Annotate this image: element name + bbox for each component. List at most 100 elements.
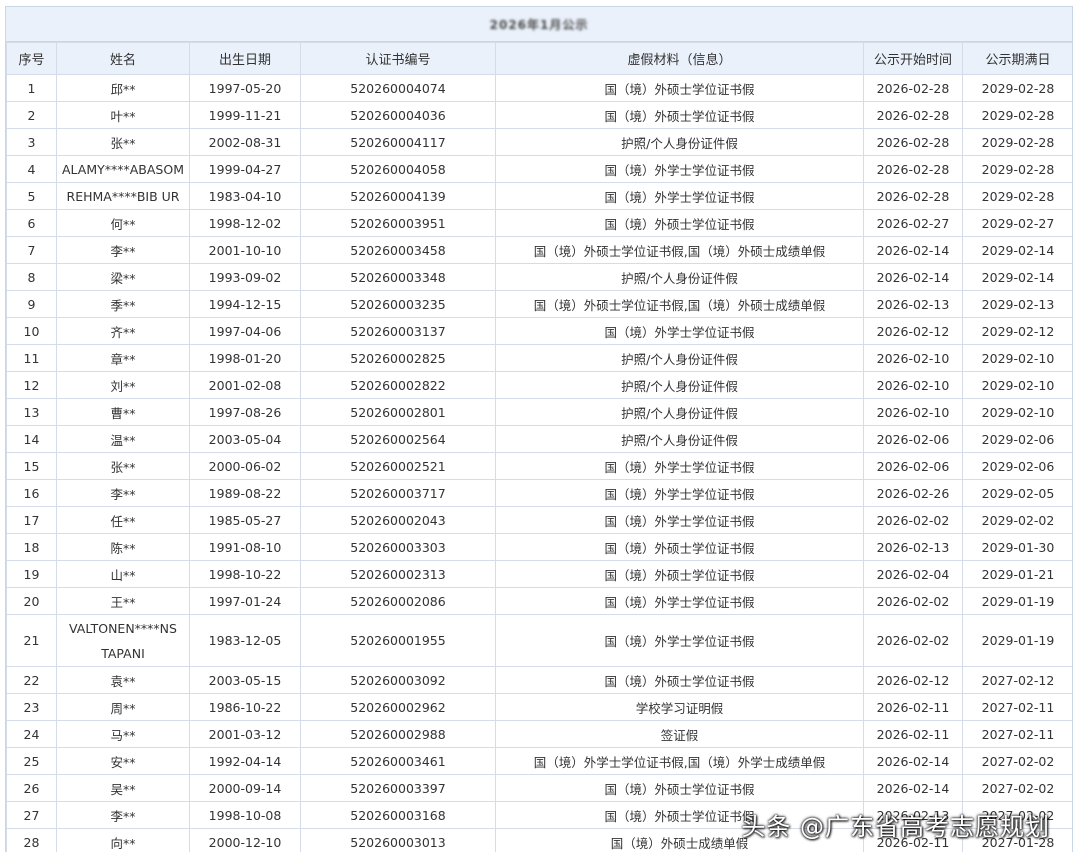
cell-start-date: 2026-02-02	[863, 587, 963, 615]
table-row: 2 叶** 1999-11-21 520260004036 国（境）外硕士学位证书假 20…	[6, 101, 1072, 129]
cell-name: ALAMY****ABASOM	[56, 155, 190, 183]
cell-index: 5	[6, 182, 57, 210]
announcement-table-panel: 2026年1月公示 序号 姓名 出生日期 认证书编号 虚假材料（信息） 公示开始…	[5, 6, 1073, 852]
table-row: 20 王** 1997-01-24 520260002086 国（境）外学士学位证书假 2…	[6, 587, 1072, 615]
cell-name: 陈**	[56, 533, 190, 561]
cell-index: 17	[6, 506, 57, 534]
cell-start-date: 2026-02-27	[863, 209, 963, 237]
cell-cert-number: 520260002086	[300, 587, 496, 615]
cell-cert-number: 520260002962	[300, 693, 496, 721]
cell-start-date: 2026-02-13	[863, 290, 963, 318]
cell-name: 李**	[56, 479, 190, 507]
cell-cert-number: 520260004117	[300, 128, 496, 156]
cell-birthdate: 2000-06-02	[189, 452, 301, 480]
cell-birthdate: 1991-08-10	[189, 533, 301, 561]
cell-cert-number: 520260003168	[300, 801, 496, 829]
cell-birthdate: 1997-08-26	[189, 398, 301, 426]
cell-cert-number: 520260002988	[300, 720, 496, 748]
cell-false-material: 国（境）外硕士学位证书假	[495, 560, 864, 588]
cell-cert-number: 520260003235	[300, 290, 496, 318]
cell-birthdate: 1998-12-02	[189, 209, 301, 237]
cell-birthdate: 1983-04-10	[189, 182, 301, 210]
column-header-false-material: 虚假材料（信息）	[495, 42, 864, 75]
cell-index: 1	[6, 74, 57, 102]
cell-cert-number: 520260002564	[300, 425, 496, 453]
cell-index: 6	[6, 209, 57, 237]
cell-false-material: 国（境）外学士学位证书假	[495, 506, 864, 534]
cell-end-date: 2029-02-14	[962, 236, 1072, 264]
cell-birthdate: 1998-01-20	[189, 344, 301, 372]
cell-cert-number: 520260003717	[300, 479, 496, 507]
cell-name: 温**	[56, 425, 190, 453]
column-header-index: 序号	[6, 42, 57, 75]
cell-name: 吴**	[56, 774, 190, 802]
cell-cert-number: 520260001955	[300, 614, 496, 667]
cell-end-date: 2029-02-06	[962, 425, 1072, 453]
cell-end-date: 2029-02-28	[962, 128, 1072, 156]
cell-birthdate: 2001-02-08	[189, 371, 301, 399]
table-row: 8 梁** 1993-09-02 520260003348 护照/个人身份证件假 2026…	[6, 263, 1072, 291]
cell-name: 刘**	[56, 371, 190, 399]
cell-start-date: 2026-02-26	[863, 479, 963, 507]
cell-cert-number: 520260003397	[300, 774, 496, 802]
cell-false-material: 护照/个人身份证件假	[495, 398, 864, 426]
cell-end-date: 2029-02-13	[962, 290, 1072, 318]
cell-index: 12	[6, 371, 57, 399]
table-row: 16 李** 1989-08-22 520260003717 国（境）外学士学位证书假 2…	[6, 479, 1072, 507]
cell-end-date: 2029-02-28	[962, 101, 1072, 129]
cell-false-material: 国（境）外硕士学位证书假,国（境）外硕士成绩单假	[495, 290, 864, 318]
cell-index: 15	[6, 452, 57, 480]
column-header-name: 姓名	[56, 42, 190, 75]
cell-birthdate: 1997-01-24	[189, 587, 301, 615]
cell-end-date: 2029-02-28	[962, 74, 1072, 102]
table-row: 24 马** 2001-03-12 520260002988 签证假 2026-02-11…	[6, 720, 1072, 748]
cell-start-date: 2026-02-28	[863, 155, 963, 183]
cell-cert-number: 520260004036	[300, 101, 496, 129]
cell-birthdate: 1993-09-02	[189, 263, 301, 291]
cell-index: 7	[6, 236, 57, 264]
cell-start-date: 2026-02-14	[863, 236, 963, 264]
cell-name: 山**	[56, 560, 190, 588]
table-row: 28 向** 2000-12-10 520260003013 国（境）外硕士成绩单假 20…	[6, 828, 1072, 852]
cell-false-material: 国（境）外硕士学位证书假	[495, 209, 864, 237]
cell-start-date: 2026-02-12	[863, 666, 963, 694]
table-row: 15 张** 2000-06-02 520260002521 国（境）外学士学位证书假 2…	[6, 452, 1072, 480]
cell-name: VALTONEN****NS TAPANI	[56, 614, 190, 667]
cell-false-material: 国（境）外学士学位证书假	[495, 614, 864, 667]
cell-end-date: 2029-01-30	[962, 533, 1072, 561]
cell-birthdate: 1997-05-20	[189, 74, 301, 102]
cell-birthdate: 2003-05-04	[189, 425, 301, 453]
cell-cert-number: 520260002043	[300, 506, 496, 534]
cell-start-date: 2026-02-11	[863, 693, 963, 721]
cell-birthdate: 1998-10-08	[189, 801, 301, 829]
cell-false-material: 国（境）外硕士学位证书假	[495, 101, 864, 129]
cell-birthdate: 2000-12-10	[189, 828, 301, 852]
cell-name: 王**	[56, 587, 190, 615]
cell-cert-number: 520260003461	[300, 747, 496, 775]
cell-index: 16	[6, 479, 57, 507]
column-header-end-date: 公示期满日	[962, 42, 1072, 75]
cell-start-date: 2026-02-02	[863, 506, 963, 534]
cell-start-date: 2026-02-06	[863, 425, 963, 453]
cell-name: 张**	[56, 128, 190, 156]
cell-false-material: 国（境）外学士学位证书假	[495, 452, 864, 480]
cell-end-date: 2027-02-12	[962, 666, 1072, 694]
cell-index: 2	[6, 101, 57, 129]
cell-false-material: 国（境）外学士学位证书假	[495, 317, 864, 345]
cell-index: 14	[6, 425, 57, 453]
cell-start-date: 2026-02-13	[863, 533, 963, 561]
cell-start-date: 2026-02-11	[863, 720, 963, 748]
table-row: 21 VALTONEN****NS TAPANI 1983-12-05 5202600…	[6, 614, 1072, 667]
cell-false-material: 国（境）外硕士学位证书假	[495, 533, 864, 561]
cell-false-material: 签证假	[495, 720, 864, 748]
column-header-start-date: 公示开始时间	[863, 42, 963, 75]
column-header-cert-number: 认证书编号	[300, 42, 496, 75]
cell-index: 25	[6, 747, 57, 775]
table-row: 27 李** 1998-10-08 520260003168 国（境）外硕士学位证书假 2…	[6, 801, 1072, 829]
cell-end-date: 2029-02-28	[962, 155, 1072, 183]
cell-end-date: 2027-02-02	[962, 747, 1072, 775]
cell-end-date: 2029-02-27	[962, 209, 1072, 237]
cell-end-date: 2029-02-28	[962, 182, 1072, 210]
cell-end-date: 2029-02-10	[962, 344, 1072, 372]
cell-index: 8	[6, 263, 57, 291]
